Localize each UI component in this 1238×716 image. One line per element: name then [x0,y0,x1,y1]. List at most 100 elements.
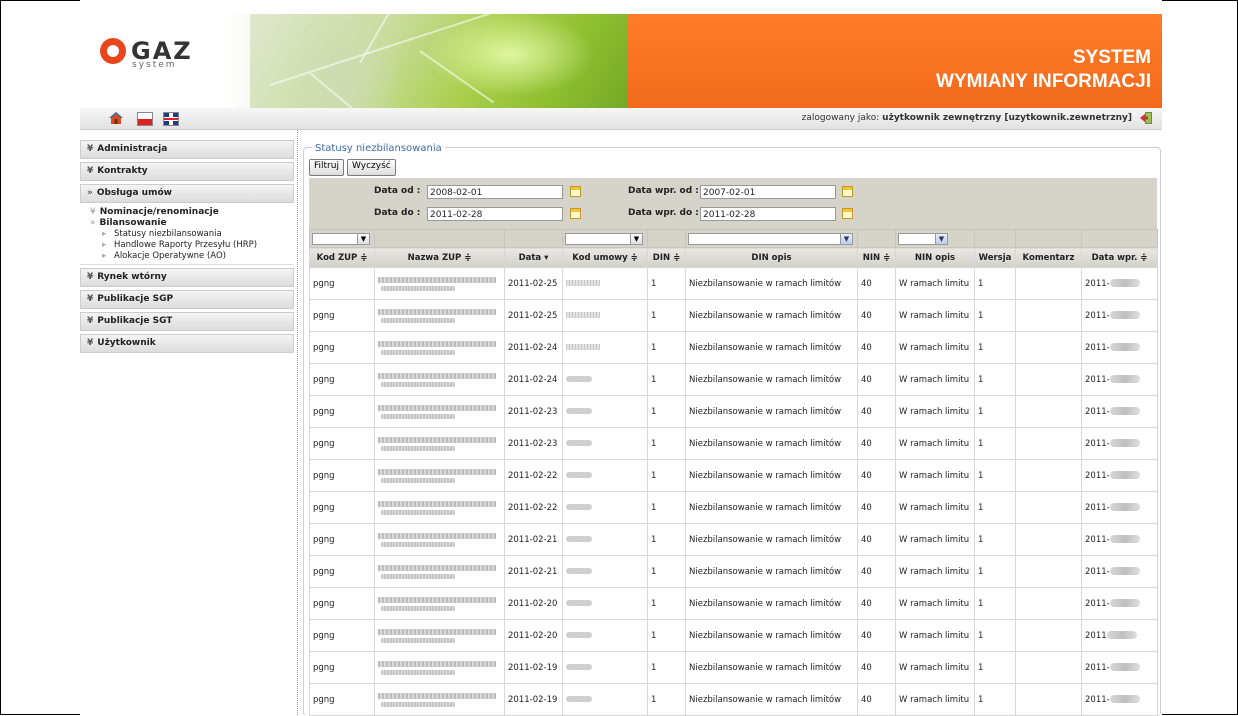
cell-nazwa-zup [374,427,505,460]
sidebar-subitem-hrp[interactable]: Handlowe Raporty Przesyłu (HRP) [80,240,294,251]
table-row[interactable]: pgng 2011-02-24 1 Niezbilansowanie w ramach… [309,331,1158,364]
sidebar-item-administracja[interactable]: ¥ Administracja [80,140,294,159]
cell-din: 1 [647,587,686,620]
nin-opis-select[interactable]: ▼ [898,232,948,245]
home-icon[interactable] [109,112,123,124]
cell-nin: 40 [857,651,896,684]
sidebar-subitem-nominacje[interactable]: ¥ Nominacje/renominacje [80,207,294,218]
redacted-text [1109,471,1140,479]
table-row[interactable]: pgng 2011-02-22 1 Niezbilansowanie w ramach… [309,459,1158,492]
cell-kod-umowy [562,267,648,300]
cell-data: 2011-02-23 [504,427,563,460]
logo-flame-icon [100,38,126,64]
col-data-wpr[interactable]: Data wpr. ≑ [1081,247,1158,268]
cell-data-wpr-text: 2011- [1085,310,1110,321]
calendar-icon[interactable] [570,208,581,219]
sidebar-item-publikacje-sgt[interactable]: ¥ Publikacje SGT [80,312,294,331]
calendar-icon[interactable] [570,186,581,197]
header-banner: GAZ system SYSTEM WYMIANY INFORMACJI [80,0,1162,119]
date-to-input[interactable]: 2011-02-28 [427,207,563,221]
cell-wersja: 1 [974,427,1016,460]
header-leaf-image [250,0,627,119]
cell-kod-zup: pgng [309,587,375,620]
table-row[interactable]: pgng 2011-02-22 1 Niezbilansowanie w ramach… [309,491,1158,524]
redacted-text [1109,663,1140,671]
cell-nin-opis: W ramach limitu [895,459,975,492]
table-row[interactable]: pgng 2011-02-21 1 Niezbilansowanie w ramach… [309,555,1158,588]
table-row[interactable]: pgng 2011-02-20 1 Niezbilansowanie w ramach… [309,619,1158,652]
cell-nazwa-zup [374,491,505,524]
sidebar-item-rynek-wtorny[interactable]: ¥ Rynek wtórny [80,268,294,287]
sidebar-submenu-obsluga: ¥Nominacje/renominacje »Bilansowanie Sta… [80,206,294,265]
table-row[interactable]: pgng 2011-02-21 1 Niezbilansowanie w ramach… [309,523,1158,556]
cell-data: 2011-02-22 [504,491,563,524]
col-komentarz: Komentarz [1015,247,1082,268]
cell-data-wpr-text: 2011- [1085,502,1110,513]
cell-nazwa-zup [374,395,505,428]
din-opis-select[interactable]: ▼ [688,232,853,245]
redacted-text [566,312,600,318]
sidebar-item-uzytkownik[interactable]: ¥ Użytkownik [80,334,294,353]
col-data[interactable]: Data ▾ [504,247,563,268]
table-row[interactable]: pgng 2011-02-19 1 Niezbilansowanie w ramach… [309,651,1158,684]
sidebar-subitem-label: Bilansowanie [99,218,167,228]
cell-nin-opis: W ramach limitu [895,331,975,364]
sidebar-subitem-bilansowanie[interactable]: » Bilansowanie [80,218,294,229]
cell-nin: 40 [857,523,896,556]
sidebar-menu: ¥ Administracja ¥ Kontrakty » Obsługa umów … [80,140,294,356]
table-row[interactable]: pgng 2011-02-19 1 Niezbilansowanie w ramach… [309,683,1158,716]
logout-icon[interactable] [1139,111,1153,125]
entry-date-to-label: Data wpr. do : [628,208,699,218]
entry-date-from-input[interactable]: 2007-02-01 [700,185,836,199]
col-kod-umowy[interactable]: Kod umowy ≑ [562,247,648,268]
calendar-icon[interactable] [842,186,853,197]
date-from-input[interactable]: 2008-02-01 [427,185,563,199]
kod-umowy-select[interactable]: ▼ [565,232,643,245]
entry-date-to-input[interactable]: 2011-02-28 [700,207,836,221]
cell-wersja: 1 [974,491,1016,524]
kod-zup-select[interactable]: ▼ [312,232,370,245]
sidebar-item-label: Kontrakty [97,166,148,176]
column-filter-row: ▼ ▼ ▼ ▼ [309,229,1158,248]
sidebar-subitem-statusy[interactable]: Statusy niezbilansowania [80,229,294,240]
chevron-right-icon: » [87,188,93,198]
logo-subtext: system [132,60,177,70]
redacted-text [381,638,455,643]
sidebar-subitem-ao[interactable]: Alokacje Operatywne (AO) [80,251,294,262]
table-row[interactable]: pgng 2011-02-24 1 Niezbilansowanie w ramach… [309,363,1158,396]
calendar-icon[interactable] [842,208,853,219]
sidebar-item-publikacje-sgp[interactable]: ¥ Publikacje SGP [80,290,294,309]
cell-data-wpr: 2011- [1081,523,1158,556]
panel-legend: Statusy niezbilansowania [312,143,445,154]
cell-komentarz [1015,363,1082,396]
sidebar-item-obsluga-umow[interactable]: » Obsługa umów [80,184,294,203]
cell-komentarz [1015,523,1082,556]
cell-nin-opis: W ramach limitu [895,427,975,460]
table-row[interactable]: pgng 2011-02-25 1 Niezbilansowanie w ramach… [309,299,1158,332]
col-nazwa-zup[interactable]: Nazwa ZUP ≑ [374,247,505,268]
cell-nin: 40 [857,395,896,428]
chevron-down-icon: ▼ [935,233,947,244]
flag-uk-icon[interactable] [163,112,179,126]
clear-button[interactable]: Wyczyść [347,159,396,176]
top-toolbar: zalogowany jako: użytkownik zewnętrzny [… [80,108,1162,130]
redacted-text [566,696,592,702]
sidebar-item-kontrakty[interactable]: ¥ Kontrakty [80,162,294,181]
leaf-vein [359,0,406,64]
cell-data: 2011-02-20 [504,587,563,620]
cell-din: 1 [647,491,686,524]
table-row[interactable]: pgng 2011-02-23 1 Niezbilansowanie w ramach… [309,427,1158,460]
col-din[interactable]: DIN ≑ [647,247,686,268]
cell-nazwa-zup [374,459,505,492]
col-nin[interactable]: NIN ≑ [857,247,896,268]
cell-data-wpr: 2011- [1081,491,1158,524]
table-row[interactable]: pgng 2011-02-23 1 Niezbilansowanie w ramach… [309,395,1158,428]
filter-button[interactable]: Filtruj [309,159,344,176]
col-kod-zup[interactable]: Kod ZUP ≑ [309,247,375,268]
cell-wersja: 1 [974,683,1016,716]
table-row[interactable]: pgng 2011-02-25 1 Niezbilansowanie w ramach… [309,267,1158,300]
flag-pl-icon[interactable] [137,112,153,126]
redacted-text [381,478,455,483]
table-row[interactable]: pgng 2011-02-20 1 Niezbilansowanie w ramach… [309,587,1158,620]
cell-din: 1 [647,267,686,300]
